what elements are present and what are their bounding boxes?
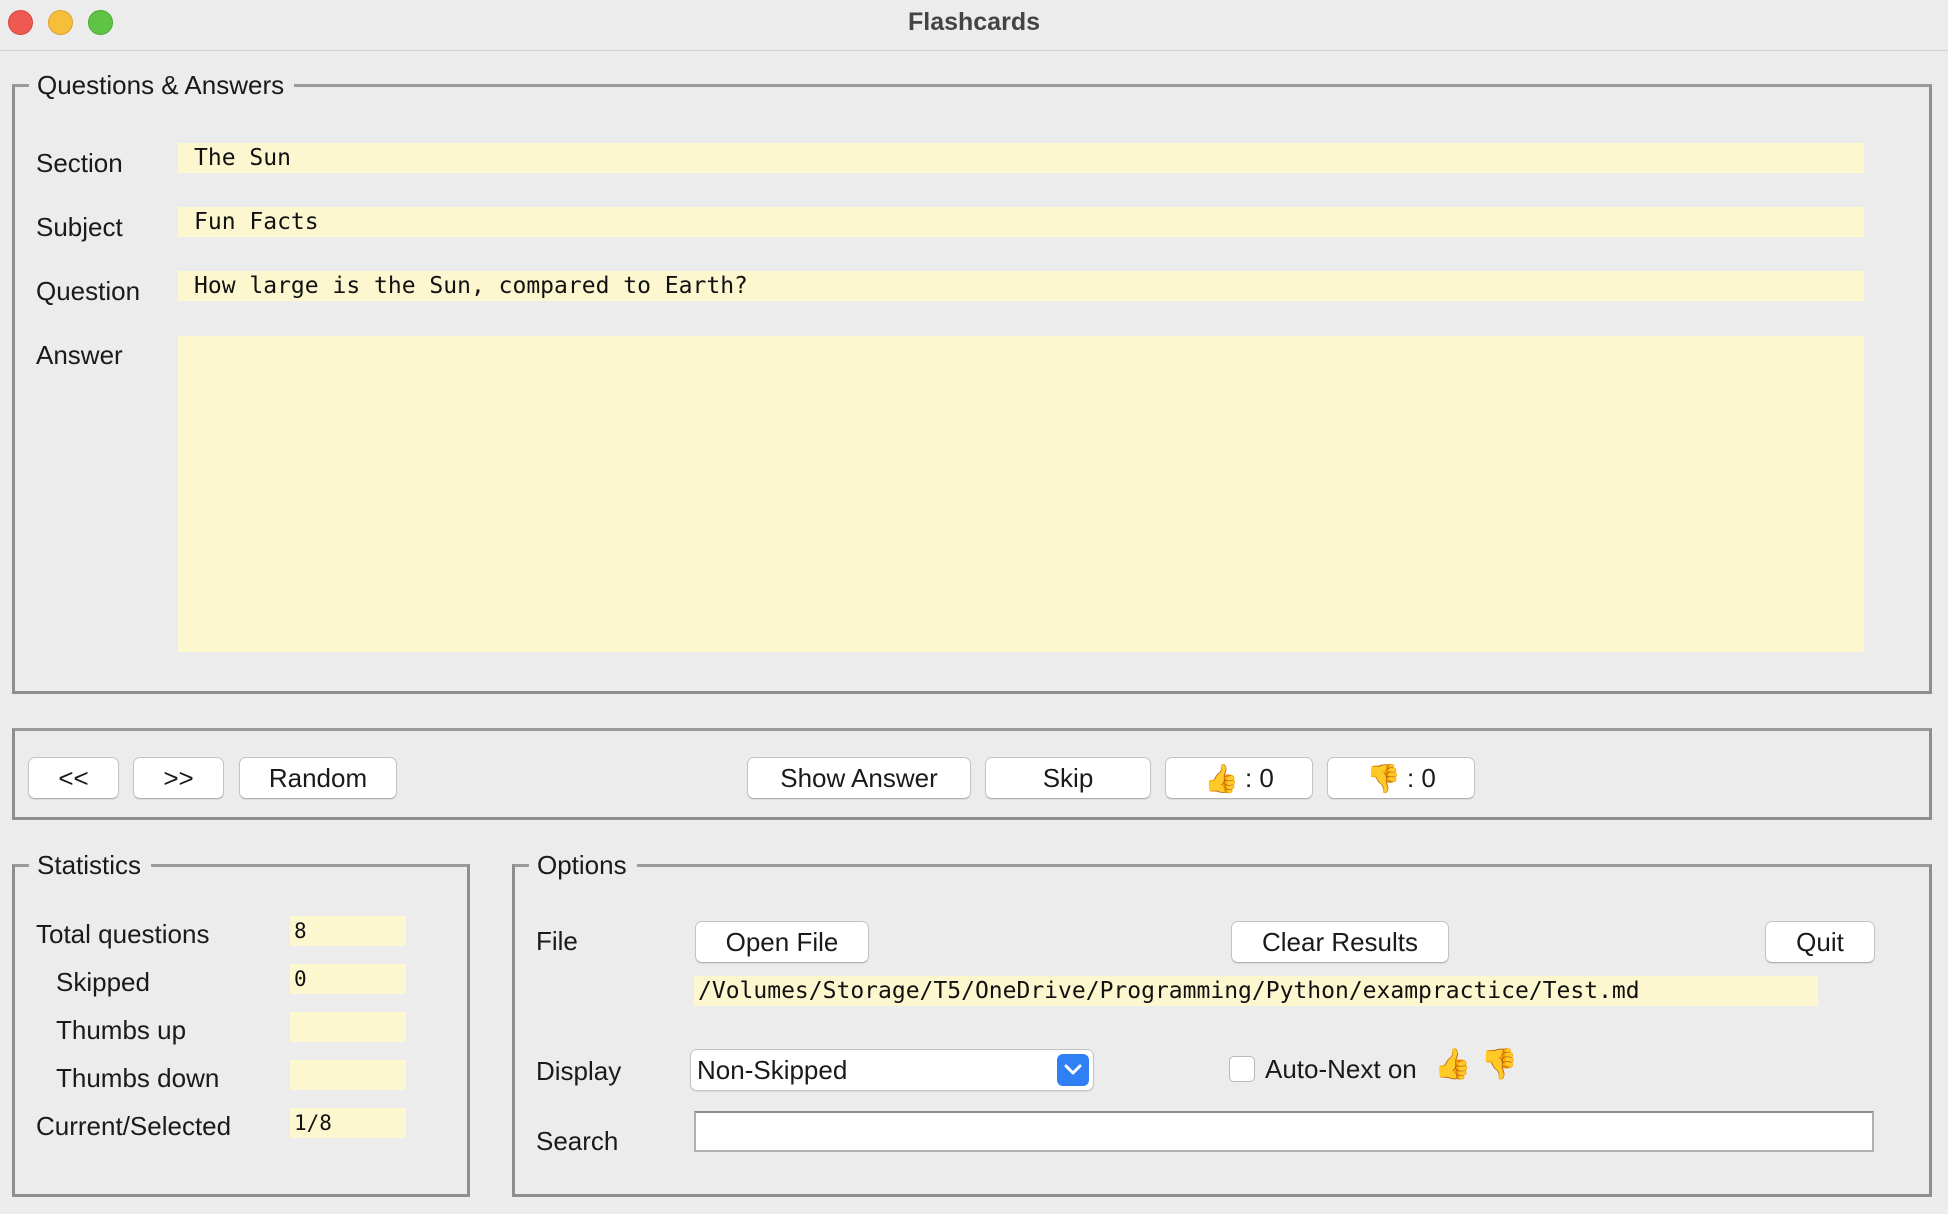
thumbs-down-label: Thumbs down: [56, 1063, 220, 1093]
thumbs-up-button[interactable]: 👍 : 0: [1165, 757, 1313, 799]
auto-next-checkbox[interactable]: [1229, 1056, 1255, 1082]
thumbs-down-button[interactable]: 👎 : 0: [1327, 757, 1475, 799]
title-bar: Flashcards: [0, 0, 1948, 51]
answer-field[interactable]: [178, 336, 1864, 652]
search-input[interactable]: [694, 1111, 1874, 1152]
total-questions-value: 8: [290, 916, 406, 946]
thumbs-up-value: [290, 1012, 406, 1042]
skip-button[interactable]: Skip: [985, 757, 1151, 799]
skipped-value: 0: [290, 964, 406, 994]
question-field[interactable]: How large is the Sun, compared to Earth?: [178, 271, 1864, 301]
thumbs-up-count: : 0: [1244, 762, 1274, 793]
display-select[interactable]: Non-Skipped: [690, 1049, 1094, 1091]
random-button[interactable]: Random: [239, 757, 397, 799]
display-select-value: Non-Skipped: [697, 1054, 848, 1085]
previous-button[interactable]: <<: [28, 757, 119, 799]
thumbs-down-value: [290, 1060, 406, 1090]
next-button[interactable]: >>: [133, 757, 224, 799]
show-answer-button[interactable]: Show Answer: [747, 757, 971, 799]
section-label: Section: [36, 148, 123, 178]
chevron-down-icon: [1057, 1054, 1089, 1086]
thumbs-down-count: : 0: [1406, 762, 1436, 793]
questions-answers-group-label: Questions & Answers: [29, 69, 295, 101]
skipped-label: Skipped: [56, 967, 150, 997]
question-label: Question: [36, 276, 141, 306]
current-selected-value: 1/8: [290, 1108, 406, 1138]
thumbs-up-label: Thumbs up: [56, 1015, 187, 1045]
thumbs-down-icon: 👎: [1366, 761, 1401, 795]
total-questions-label: Total questions: [36, 919, 210, 949]
file-path-field[interactable]: /Volumes/Storage/T5/OneDrive/Programming…: [694, 976, 1818, 1006]
answer-label: Answer: [36, 340, 123, 370]
file-label: File: [536, 926, 578, 956]
auto-next-label: Auto-Next on: [1265, 1054, 1417, 1084]
search-label: Search: [536, 1126, 619, 1156]
subject-label: Subject: [36, 212, 123, 242]
open-file-button[interactable]: Open File: [695, 921, 869, 963]
section-field[interactable]: The Sun: [178, 143, 1864, 173]
window-title: Flashcards: [907, 8, 1040, 36]
statistics-group-label: Statistics: [29, 849, 152, 881]
options-group-label: Options: [529, 849, 637, 881]
current-selected-label: Current/Selected: [36, 1111, 232, 1141]
thumbs-up-icon: 👍: [1204, 761, 1239, 795]
quit-button[interactable]: Quit: [1765, 921, 1875, 963]
clear-results-button[interactable]: Clear Results: [1231, 921, 1449, 963]
subject-field[interactable]: Fun Facts: [178, 207, 1864, 237]
auto-next-thumbs-icons: 👍 👎: [1434, 1047, 1519, 1082]
display-label: Display: [536, 1056, 622, 1086]
